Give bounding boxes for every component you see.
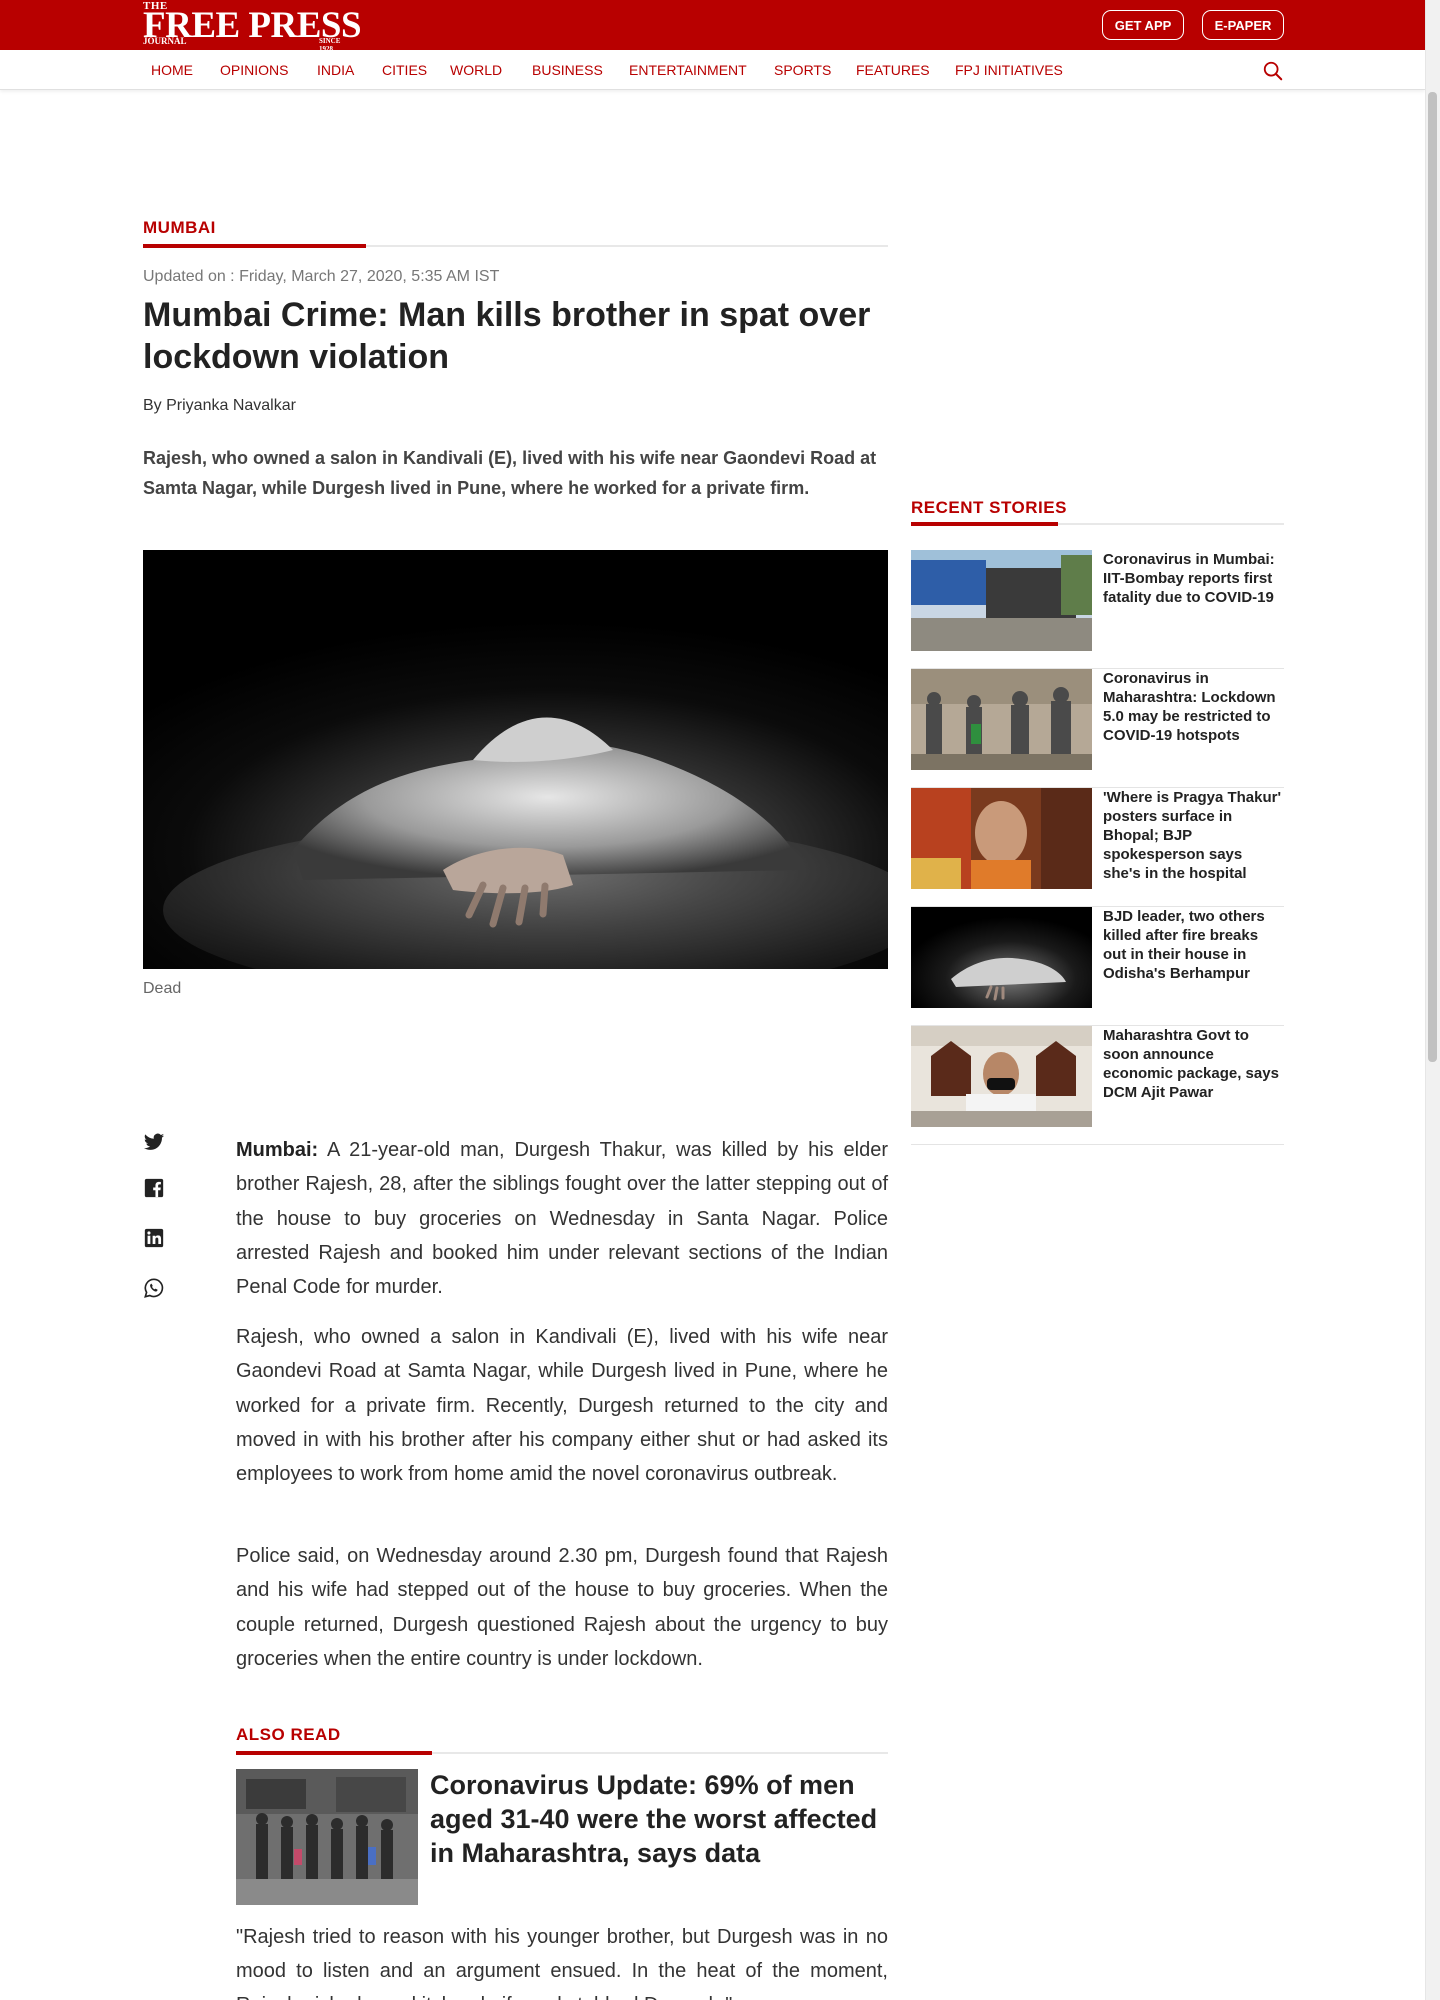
- also-read-divider-accent: [236, 1751, 432, 1755]
- nav-india[interactable]: INDIA: [317, 50, 354, 90]
- page-title: Mumbai Crime: Man kills brother in spat …: [143, 296, 871, 376]
- top-bar: THE FREE PRESS JOURNAL SINCE 1928 GET AP…: [0, 0, 1425, 53]
- recent-story-title[interactable]: Maharashtra Govt to soon announce econom…: [1103, 1026, 1284, 1102]
- nav-home[interactable]: HOME: [151, 50, 193, 90]
- also-read-title[interactable]: Coronavirus Update: 69% of men aged 31-4…: [430, 1768, 890, 1870]
- main-nav: HOME OPINIONS INDIA CITIES WORLD BUSINES…: [0, 50, 1425, 90]
- also-read-photo: [236, 1769, 418, 1905]
- scrollbar-thumb[interactable]: [1428, 92, 1437, 1062]
- nav-cities[interactable]: CITIES: [382, 50, 427, 90]
- byline: By Priyanka Navalkar: [143, 397, 296, 414]
- recent-story-thumbnail[interactable]: [911, 788, 1092, 889]
- recent-story-item[interactable]: Maharashtra Govt to soon announce econom…: [911, 1026, 1284, 1145]
- dateline: Mumbai:: [236, 1139, 319, 1161]
- recent-story-title[interactable]: BJD leader, two others killed after fire…: [1103, 907, 1284, 983]
- recent-story-item[interactable]: 'Where is Pragya Thakur' posters surface…: [911, 788, 1284, 907]
- article-summary: Rajesh, who owned a salon in Kandivali (…: [143, 448, 877, 498]
- recent-story-photo: [911, 669, 1092, 770]
- recent-story-thumbnail[interactable]: [911, 550, 1092, 651]
- epaper-button[interactable]: E-PAPER: [1202, 10, 1284, 40]
- nav-entertainment[interactable]: ENTERTAINMENT: [629, 50, 747, 90]
- recent-story-photo: [911, 788, 1092, 889]
- facebook-icon[interactable]: [143, 1177, 165, 1199]
- recent-story-item[interactable]: Coronavirus in Mumbai: IIT-Bombay report…: [911, 550, 1284, 669]
- recent-story-item[interactable]: Coronavirus in Maharashtra: Lockdown 5.0…: [911, 669, 1284, 788]
- hero-image: [143, 550, 888, 969]
- linkedin-icon[interactable]: [143, 1227, 165, 1249]
- section-label[interactable]: MUMBAI: [143, 218, 216, 238]
- recent-story-photo: [911, 1026, 1092, 1127]
- hero-illustration: [163, 717, 888, 969]
- nav-features[interactable]: FEATURES: [856, 50, 930, 90]
- recent-story-title[interactable]: Coronavirus in Maharashtra: Lockdown 5.0…: [1103, 669, 1284, 745]
- article-paragraph-3: Police said, on Wednesday around 2.30 pm…: [236, 1545, 888, 1670]
- get-app-button[interactable]: GET APP: [1102, 10, 1184, 40]
- nav-business[interactable]: BUSINESS: [532, 50, 603, 90]
- recent-story-photo: [911, 550, 1092, 651]
- recent-story-title[interactable]: 'Where is Pragya Thakur' posters surface…: [1103, 788, 1284, 883]
- recent-story-thumbnail[interactable]: [911, 669, 1092, 770]
- nav-sports[interactable]: SPORTS: [774, 50, 831, 90]
- article-paragraph-2: Rajesh, who owned a salon in Kandivali (…: [236, 1326, 888, 1486]
- recent-stories-divider-accent: [911, 522, 1058, 526]
- also-read-label: ALSO READ: [236, 1725, 341, 1744]
- recent-story-thumbnail[interactable]: [911, 1026, 1092, 1127]
- recent-story-photo: [911, 907, 1092, 1008]
- nav-opinions[interactable]: OPINIONS: [220, 50, 288, 90]
- whatsapp-icon[interactable]: [143, 1277, 165, 1299]
- recent-story-item[interactable]: BJD leader, two others killed after fire…: [911, 907, 1284, 1026]
- recent-story-title[interactable]: Coronavirus in Mumbai: IIT-Bombay report…: [1103, 550, 1284, 607]
- logo-journal: JOURNAL: [143, 36, 187, 46]
- section-divider-accent: [143, 244, 366, 248]
- article-paragraph-1: Mumbai: A 21-year-old man, Durgesh Thaku…: [236, 1133, 888, 1304]
- recent-story-thumbnail[interactable]: [911, 907, 1092, 1008]
- nav-fpj-initiatives[interactable]: FPJ INITIATIVES: [955, 50, 1063, 90]
- image-caption: Dead: [143, 980, 182, 997]
- article-paragraph-4: "Rajesh tried to reason with his younger…: [236, 1926, 888, 2000]
- paragraph-1-text: A 21-year-old man, Durgesh Thakur, was k…: [236, 1139, 888, 1299]
- nav-world[interactable]: WORLD: [450, 50, 502, 90]
- twitter-icon[interactable]: [143, 1131, 165, 1153]
- updated-timestamp: Updated on : Friday, March 27, 2020, 5:3…: [143, 268, 500, 285]
- also-read-thumbnail[interactable]: [236, 1769, 418, 1905]
- recent-stories-label: RECENT STORIES: [911, 498, 1067, 517]
- search-icon[interactable]: [1262, 60, 1284, 82]
